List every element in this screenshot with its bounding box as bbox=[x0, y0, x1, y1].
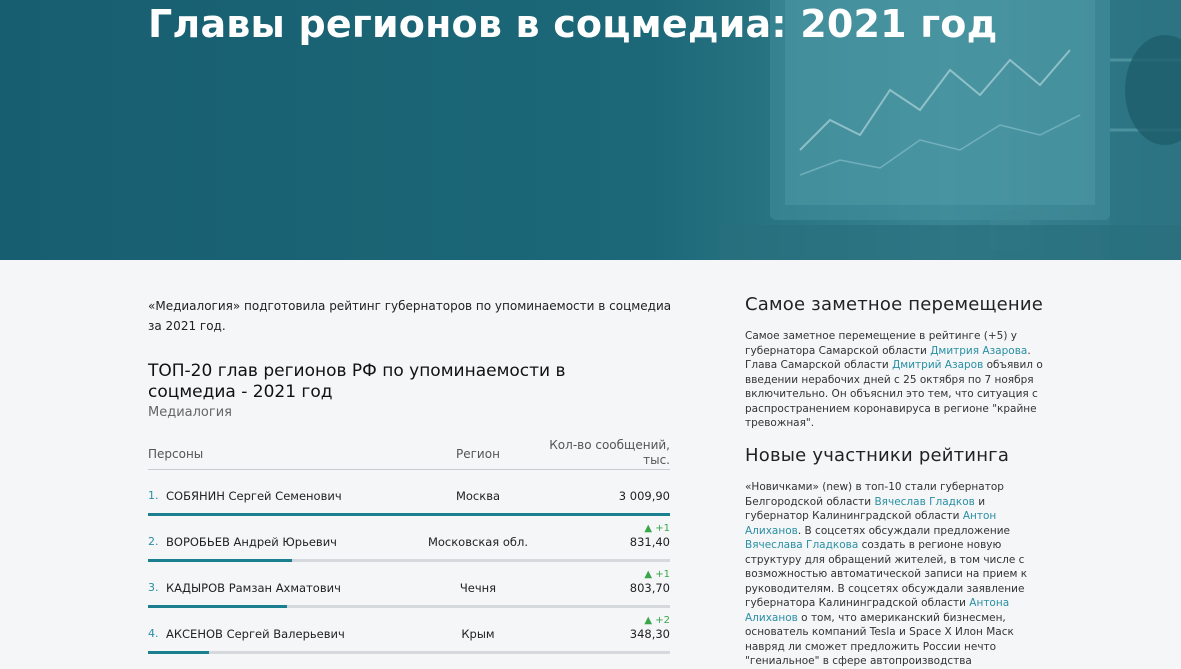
row-bar-track bbox=[148, 651, 670, 654]
sidebar-paragraph: «Новичками» (new) в топ-10 стали губерна… bbox=[745, 480, 1045, 669]
sidebar-paragraph: Самое заметное перемещение в рейтинге (+… bbox=[745, 329, 1045, 431]
row-rank: 3. bbox=[148, 581, 159, 594]
row-person-name: АКСЕНОВ Сергей Валерьевич bbox=[166, 627, 345, 641]
sidebar-section-new-entries: Новые участники рейтинга «Новичками» (ne… bbox=[745, 445, 1045, 669]
row-region: Крым bbox=[461, 627, 495, 641]
table-row: 1. СОБЯНИН Сергей Семенович Москва 3 009… bbox=[148, 470, 670, 516]
row-person-name: СОБЯНИН Сергей Семенович bbox=[166, 489, 342, 503]
row-message-count: 803,70 bbox=[629, 581, 670, 595]
table-row: 2. ВОРОБЬЕВ Андрей Юрьевич Московская об… bbox=[148, 516, 670, 562]
link-gladkov-2[interactable]: Вячеслава Гладкова bbox=[745, 539, 858, 551]
page-title: Главы регионов в соцмедиа: 2021 год bbox=[148, 2, 998, 46]
row-rank-change: ▲ +1 bbox=[644, 523, 670, 534]
row-rank: 4. bbox=[148, 627, 159, 640]
intro-text: «Медиалогия» подготовила рейтинг губерна… bbox=[148, 299, 672, 333]
sidebar-heading: Новые участники рейтинга bbox=[745, 445, 1010, 466]
row-message-count: 831,40 bbox=[629, 535, 670, 549]
sidebar-heading: Самое заметное перемещение bbox=[745, 294, 1044, 315]
link-azarov[interactable]: Дмитрия Азарова bbox=[930, 345, 1027, 357]
table-row: 4. АКСЕНОВ Сергей Валерьевич Крым ▲ +2 3… bbox=[148, 608, 670, 654]
column-header-region[interactable]: Регион bbox=[456, 447, 500, 462]
row-message-count: 3 009,90 bbox=[618, 489, 670, 503]
row-person-name: ВОРОБЬЕВ Андрей Юрьевич bbox=[166, 535, 337, 549]
row-rank-change: ▲ +2 bbox=[644, 615, 670, 626]
column-header-person[interactable]: Персоны bbox=[148, 447, 203, 462]
text-fragment: . В соцсетях обсуждали предложение bbox=[797, 524, 1010, 537]
table-header: Персоны Регион Кол-во сообщений, тыс. bbox=[148, 438, 670, 470]
column-header-count[interactable]: Кол-во сообщений, тыс. bbox=[530, 438, 670, 468]
hero-banner: Главы регионов в соцмедиа: 2021 год bbox=[0, 0, 1181, 260]
row-rank: 2. bbox=[148, 535, 159, 548]
table-row: 3. КАДЫРОВ Рамзан Ахматович Чечня ▲ +1 8… bbox=[148, 562, 670, 608]
link-azarov-2[interactable]: Дмитрий Азаров bbox=[892, 359, 983, 371]
table-title: ТОП-20 глав регионов РФ по упоминаемости… bbox=[148, 361, 566, 402]
row-region: Московская обл. bbox=[427, 535, 529, 549]
main-content: «Медиалогия» подготовила рейтинг губерна… bbox=[0, 260, 1181, 667]
row-message-count: 348,30 bbox=[629, 627, 670, 641]
row-person-name: КАДЫРОВ Рамзан Ахматович bbox=[166, 581, 341, 595]
row-rank: 1. bbox=[148, 489, 159, 502]
sidebar-section-notable-move: Самое заметное перемещение Самое заметно… bbox=[745, 294, 1045, 431]
row-region: Москва bbox=[455, 489, 501, 503]
row-region: Чечня bbox=[459, 581, 497, 595]
link-gladkov[interactable]: Вячеслав Гладков bbox=[874, 496, 974, 508]
row-bar-fill bbox=[148, 651, 209, 654]
row-rank-change: ▲ +1 bbox=[644, 569, 670, 580]
table-source: Медиалогия bbox=[148, 405, 232, 420]
